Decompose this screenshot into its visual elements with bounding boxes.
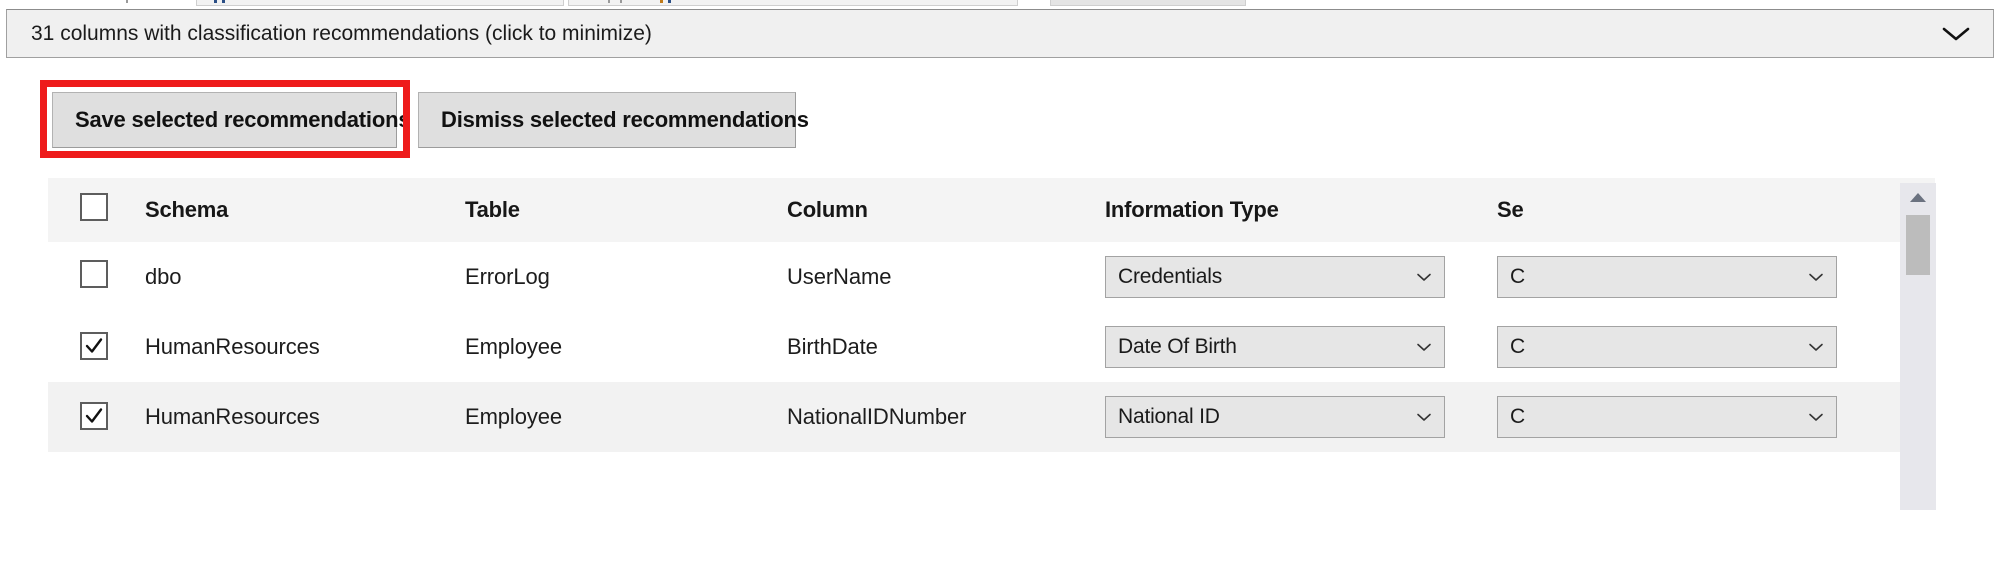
header-cell-sensitivity-label[interactable]: Se	[1497, 178, 1935, 242]
cell-column: UserName	[787, 242, 1105, 312]
information-type-dropdown[interactable]: Credentials	[1105, 256, 1445, 298]
row-checkbox[interactable]	[80, 402, 108, 430]
cell-information-type: National ID	[1105, 382, 1497, 452]
sensitivity-label-dropdown[interactable]: C	[1497, 256, 1837, 298]
chevron-down-icon[interactable]	[1941, 25, 1971, 43]
row-select-cell	[48, 382, 145, 452]
information-type-dropdown[interactable]: National ID	[1105, 396, 1445, 438]
information-type-value: Date Of Birth	[1118, 335, 1408, 359]
dismiss-selected-recommendations-button[interactable]: Dismiss selected recommendations	[418, 92, 796, 148]
sensitivity-label-value: C	[1510, 335, 1800, 359]
header-cell-table[interactable]: Table	[465, 178, 787, 242]
row-select-cell	[48, 312, 145, 382]
table-row[interactable]: dbo ErrorLog UserName Credentials C	[48, 242, 1935, 312]
recommendations-header-bar[interactable]: 31 columns with classification recommend…	[6, 9, 1994, 58]
recommendations-table-container: Schema Table Column Information Type Se …	[48, 178, 1935, 510]
cell-table: Employee	[465, 382, 787, 452]
table-header: Schema Table Column Information Type Se	[48, 178, 1935, 242]
information-type-dropdown[interactable]: Date Of Birth	[1105, 326, 1445, 368]
chevron-down-icon	[1416, 412, 1432, 422]
table-body: dbo ErrorLog UserName Credentials C	[48, 242, 1935, 452]
cell-sensitivity-label: C	[1497, 382, 1935, 452]
header-cell-information-type[interactable]: Information Type	[1105, 178, 1497, 242]
cell-column: BirthDate	[787, 312, 1105, 382]
row-checkbox[interactable]	[80, 260, 108, 288]
table-row[interactable]: HumanResources Employee BirthDate Date O…	[48, 312, 1935, 382]
chevron-down-icon	[1808, 342, 1824, 352]
recommendations-table: Schema Table Column Information Type Se …	[48, 178, 1935, 452]
recommendation-actions-toolbar: Save selected recommendations Dismiss se…	[0, 92, 2000, 152]
cell-sensitivity-label: C	[1497, 242, 1935, 312]
row-checkbox[interactable]	[80, 332, 108, 360]
cell-schema: HumanResources	[145, 312, 465, 382]
sensitivity-label-dropdown[interactable]: C	[1497, 326, 1837, 368]
scroll-up-arrow-icon[interactable]	[1909, 192, 1927, 203]
information-type-value: Credentials	[1118, 265, 1408, 289]
recommendations-summary-text: 31 columns with classification recommend…	[31, 23, 652, 44]
cell-column: NationalIDNumber	[787, 382, 1105, 452]
row-select-cell	[48, 242, 145, 312]
scrollbar-thumb[interactable]	[1906, 215, 1930, 275]
cell-table: Employee	[465, 312, 787, 382]
table-vertical-scrollbar[interactable]	[1900, 183, 1936, 510]
select-all-header-cell	[48, 178, 145, 242]
cell-schema: HumanResources	[145, 382, 465, 452]
cell-sensitivity-label: C	[1497, 312, 1935, 382]
header-cell-schema[interactable]: Schema	[145, 178, 465, 242]
chevron-down-icon	[1416, 272, 1432, 282]
sensitivity-label-value: C	[1510, 405, 1800, 429]
information-type-value: National ID	[1118, 405, 1408, 429]
chevron-down-icon	[1808, 272, 1824, 282]
cell-information-type: Date Of Birth	[1105, 312, 1497, 382]
sensitivity-label-value: C	[1510, 265, 1800, 289]
table-header-row: Schema Table Column Information Type Se	[48, 178, 1935, 242]
cell-schema: dbo	[145, 242, 465, 312]
cell-table: ErrorLog	[465, 242, 787, 312]
save-selected-recommendations-button[interactable]: Save selected recommendations	[52, 92, 397, 148]
table-row[interactable]: HumanResources Employee NationalIDNumber…	[48, 382, 1935, 452]
header-cell-column[interactable]: Column	[787, 178, 1105, 242]
chevron-down-icon	[1416, 342, 1432, 352]
clipped-controls-above	[0, 0, 2000, 9]
select-all-checkbox[interactable]	[80, 193, 108, 221]
sensitivity-label-dropdown[interactable]: C	[1497, 396, 1837, 438]
cell-information-type: Credentials	[1105, 242, 1497, 312]
chevron-down-icon	[1808, 412, 1824, 422]
